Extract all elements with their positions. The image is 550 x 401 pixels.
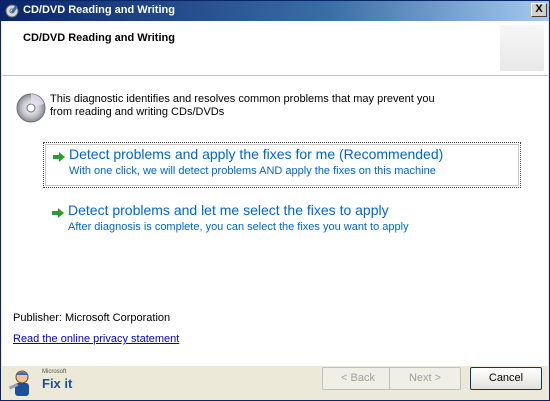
header-panel: CD/DVD Reading and Writing: [2, 21, 548, 76]
option-title: Detect problems and apply the fixes for …: [69, 146, 444, 162]
green-arrow-icon: [52, 208, 64, 218]
logo-brand-text: Microsoft: [42, 369, 67, 375]
option-select-fixes-manually[interactable]: Detect problems and let me select the fi…: [43, 199, 521, 245]
title-bar[interactable]: CD/DVD Reading and Writing X: [1, 1, 549, 21]
logo-product-text: Fix it: [42, 376, 73, 391]
fix-it-logo: Microsoft Fix it: [6, 366, 76, 400]
option-apply-fixes-automatically[interactable]: Detect problems and apply the fixes for …: [43, 142, 521, 188]
page-title: CD/DVD Reading and Writing: [23, 32, 175, 44]
content-panel: This diagnostic identifies and resolves …: [2, 76, 548, 366]
publisher-label: Publisher: Microsoft Corporation: [13, 312, 171, 324]
dialog-window: CD/DVD Reading and Writing X CD/DVD Read…: [0, 0, 550, 401]
close-button[interactable]: X: [531, 3, 547, 17]
privacy-statement-link[interactable]: Read the online privacy statement: [13, 333, 179, 345]
option-subtitle: With one click, we will detect problems …: [69, 165, 436, 177]
cd-icon: [16, 93, 46, 123]
green-arrow-icon: [53, 152, 65, 162]
tool-icon: [5, 4, 19, 18]
fix-it-mascot-icon: [8, 370, 29, 396]
intro-text: This diagnostic identifies and resolves …: [50, 93, 435, 118]
header-decoration: [500, 25, 544, 71]
next-button[interactable]: Next >: [389, 367, 461, 390]
window-title: CD/DVD Reading and Writing: [23, 4, 175, 16]
close-icon: X: [535, 3, 543, 15]
cancel-button[interactable]: Cancel: [470, 367, 542, 390]
footer-bar: Microsoft Fix it < Back Next > Cancel: [2, 366, 548, 400]
back-button[interactable]: < Back: [322, 367, 394, 390]
option-title: Detect problems and let me select the fi…: [68, 202, 389, 218]
option-subtitle: After diagnosis is complete, you can sel…: [68, 221, 409, 233]
